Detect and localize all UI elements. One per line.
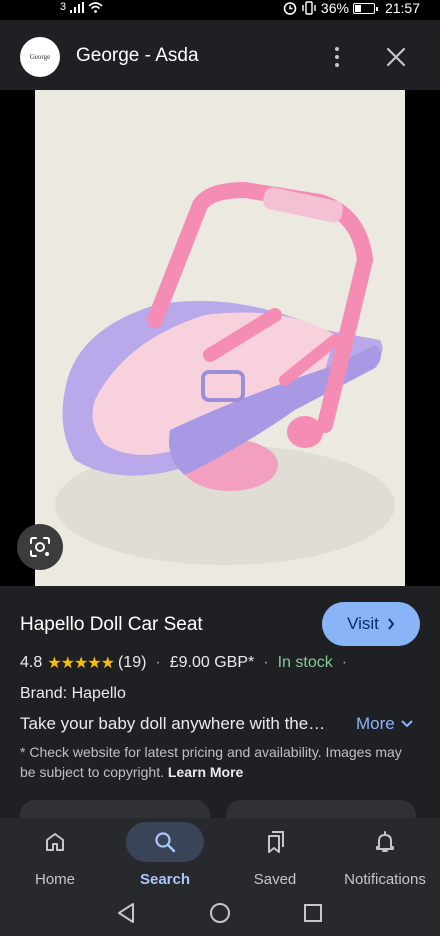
vibrate-icon <box>302 1 316 15</box>
battery-level <box>354 4 361 12</box>
product-image[interactable] <box>35 90 405 586</box>
image-area <box>0 90 440 586</box>
nav-home-icon-wrap <box>16 822 94 862</box>
alarm-icon <box>283 2 297 15</box>
visit-label: Visit <box>347 614 379 633</box>
status-bar: 3 36% 21:57 <box>0 0 440 20</box>
viewer-header: George George - Asda <box>0 20 440 90</box>
stock-status: In stock <box>277 654 333 671</box>
close-icon[interactable] <box>384 45 408 69</box>
battery-icon <box>352 2 378 14</box>
wifi-icon <box>88 1 103 13</box>
nav-notifications-icon-wrap <box>346 822 424 862</box>
recents-icon[interactable] <box>303 903 323 923</box>
car-seat-illustration <box>55 181 395 565</box>
product-description: Take your baby doll anywhere with the… <box>20 714 326 733</box>
visit-button[interactable]: Visit <box>322 602 420 646</box>
nav-notifications[interactable]: Notifications <box>330 818 440 892</box>
rating-stars: ★★★★★ <box>47 655 115 672</box>
nav-search[interactable]: Search <box>110 818 220 892</box>
bookmarks-icon <box>268 831 284 853</box>
bell-icon <box>376 831 394 852</box>
back-icon[interactable] <box>116 902 136 924</box>
separator: · <box>341 654 348 671</box>
clock: 21:57 <box>384 0 420 16</box>
product-info-panel: Hapello Doll Car Seat Visit 4.8 ★★★★★ (1… <box>0 586 440 830</box>
nav-home[interactable]: Home <box>0 818 110 892</box>
more-label: More <box>356 714 395 733</box>
lens-icon <box>30 537 50 557</box>
separator: · <box>263 654 269 671</box>
site-logo[interactable]: George <box>20 37 60 77</box>
more-button[interactable]: More <box>356 714 413 734</box>
status-right: 36% 21:57 <box>283 0 420 16</box>
system-navigation <box>0 892 440 936</box>
status-left: 3 <box>60 1 103 13</box>
chevron-down-icon <box>401 720 413 728</box>
home-icon <box>46 833 64 851</box>
price: £9.00 GBP* <box>169 654 255 671</box>
signal-icon <box>70 1 85 13</box>
home-circle-icon[interactable] <box>209 902 231 924</box>
search-icon <box>155 832 176 853</box>
nav-saved[interactable]: Saved <box>220 818 330 892</box>
nav-saved-label: Saved <box>253 871 297 888</box>
nav-saved-icon-wrap <box>236 822 314 862</box>
more-options-icon[interactable] <box>326 44 348 70</box>
nav-search-label: Search <box>139 871 191 888</box>
battery-percent: 36% <box>320 0 349 16</box>
nav-home-label: Home <box>34 871 75 888</box>
product-title[interactable]: Hapello Doll Car Seat <box>20 614 203 636</box>
nav-notifications-label: Notifications <box>344 871 426 888</box>
brand-label: Brand: Hapello <box>20 685 126 702</box>
disclaimer: * Check website for latest pricing and a… <box>20 742 420 782</box>
learn-more-link[interactable]: Learn More <box>168 764 243 780</box>
chevron-right-icon <box>388 618 395 630</box>
site-name[interactable]: George - Asda <box>76 45 199 67</box>
nav-search-icon-wrap <box>126 822 204 862</box>
bottom-navigation: Home Search Saved Notifications <box>0 818 440 892</box>
sim-label: 3 <box>60 1 67 13</box>
separator: · <box>155 654 161 671</box>
google-lens-button[interactable] <box>17 524 63 570</box>
product-meta: 4.8 ★★★★★ (19) · £9.00 GBP* · In stock · <box>20 653 356 673</box>
rating-value: 4.8 <box>20 654 43 671</box>
review-count: (19) <box>117 654 147 671</box>
